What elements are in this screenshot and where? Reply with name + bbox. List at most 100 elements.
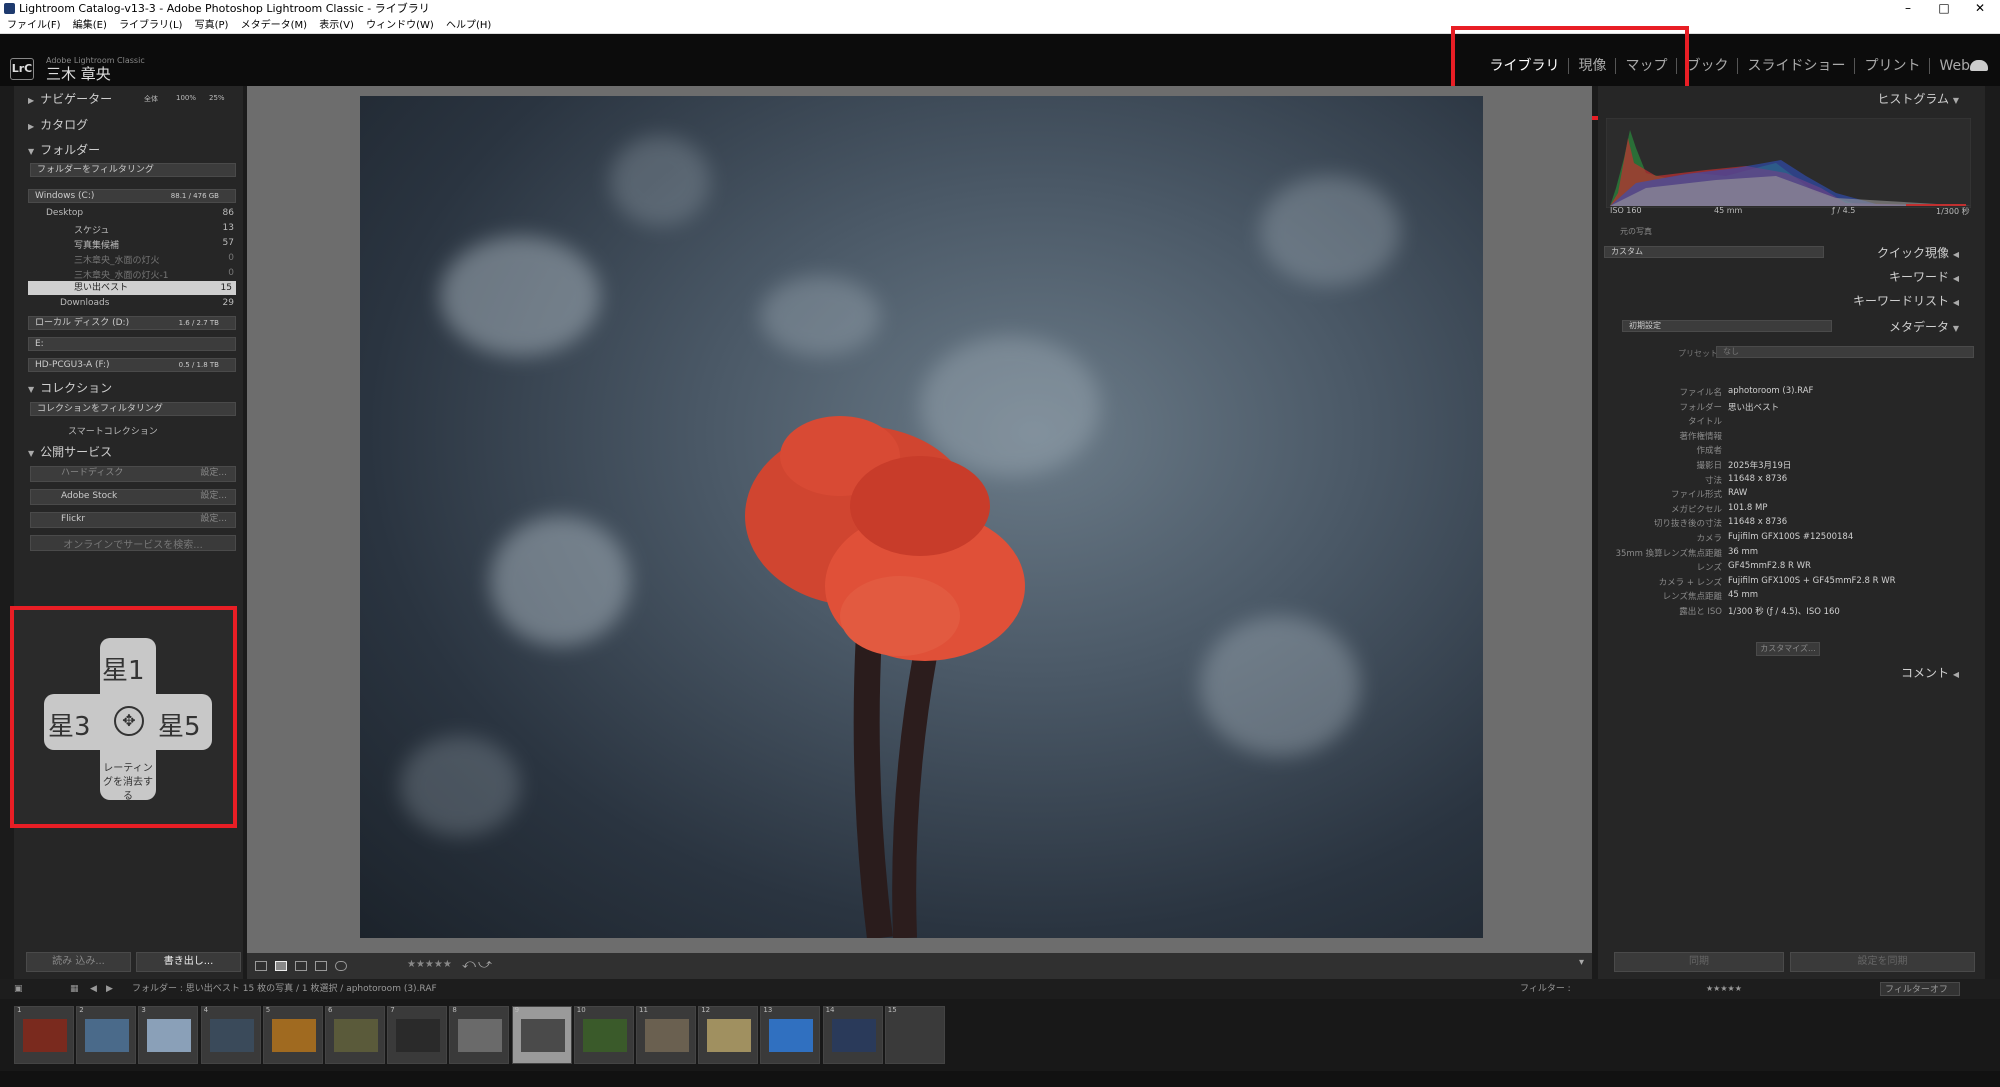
publish-flickr[interactable]: Flickr 設定... [30,512,236,528]
module-print[interactable]: プリント [1855,58,1931,74]
rating-star5[interactable]: 星5 [158,706,201,743]
collection-filter[interactable]: コレクションをフィルタリング [30,402,236,416]
menu-photo[interactable]: 写真(P) [195,20,229,31]
window-title: Lightroom Catalog-v13-3 - Adobe Photosho… [19,2,430,15]
forward-arrow-icon[interactable]: ▶ [106,979,113,999]
hist-aperture: ƒ / 4.5 [1832,206,1856,215]
folder-schedule[interactable]: スケジュ 13 [74,223,234,236]
folder-filter[interactable]: フォルダーをフィルタリング [30,163,236,177]
survey-view-icon[interactable] [315,961,327,971]
filmstrip-thumbnail[interactable]: 7 [387,1006,448,1064]
menu-file[interactable]: ファイル(F) [7,20,61,31]
close-button[interactable]: ✕ [1963,0,1997,17]
rotate-left-icon[interactable]: ⤺ [462,957,476,972]
folder-omoide-selected[interactable]: 思い出ベスト 15 [28,281,236,295]
filmstrip-thumbnail[interactable]: 2 [76,1006,137,1064]
filmstrip-thumbnail[interactable]: 14 [822,1006,883,1064]
filmstrip-thumbnail[interactable]: 5 [262,1006,323,1064]
rating-star3[interactable]: 星3 [48,706,91,743]
original-photo-toggle[interactable]: 元の写真 [1620,226,1652,237]
keyword-list-header[interactable]: キーワードリスト ◀ [1853,292,1965,309]
menu-window[interactable]: ウィンドウ(W) [366,20,434,31]
loupe-view-icon[interactable] [275,961,287,971]
cloud-icon[interactable] [1970,60,1988,71]
filmstrip-thumbnail[interactable]: 11 [636,1006,696,1064]
rating-overlay: 星1 星3 星5 ✥ レーティングを消去する [10,606,237,828]
zoom-fit[interactable]: 全体 [144,94,158,104]
menu-view[interactable]: 表示(V) [319,20,354,31]
move-icon: ✥ [114,706,144,736]
hist-iso: ISO 160 [1610,206,1642,215]
filmstrip-thumbnail[interactable]: 8 [449,1006,510,1064]
metadata-preset-value[interactable]: なし [1716,346,1974,358]
rotate-right-icon[interactable]: ⤻ [478,957,492,972]
folder-desktop[interactable]: Desktop 86 [46,208,234,218]
smart-collection[interactable]: スマートコレクション [68,424,158,437]
metadata-preset-label: プリセット [1678,349,1718,358]
grid-icon[interactable]: ▦ [70,979,79,999]
star-rating-icon[interactable]: ★★★★★ [407,959,452,970]
import-button[interactable]: 読み 込み... [26,952,131,972]
volume-c[interactable]: Windows (C:) 88.1 / 476 GB [28,189,236,203]
filmstrip-thumbnail[interactable]: 13 [760,1006,821,1064]
module-slideshow[interactable]: スライドショー [1738,58,1856,74]
filmstrip-thumbnail[interactable]: 9 [511,1006,572,1064]
navigator-header[interactable]: ▶ ナビゲーター [28,90,112,107]
menu-library[interactable]: ライブラリ(L) [119,20,182,31]
collections-header[interactable]: ▼ コレクション [28,379,112,396]
rating-star1[interactable]: 星1 [102,650,145,687]
export-button[interactable]: 書き出し... [136,952,241,972]
menu-bar: ファイル(F) 編集(E) ライブラリ(L) 写真(P) メタデータ(M) 表示… [0,17,2000,34]
filmstrip-header: ▣ ▦ ◀ ▶ フォルダー : 思い出ベスト 15 枚の写真 / 1 枚選択 /… [0,979,2000,999]
zoom-100[interactable]: 100% [176,94,196,102]
grid-view-icon[interactable] [255,961,267,971]
menu-metadata[interactable]: メタデータ(M) [241,20,307,31]
metadata-header[interactable]: メタデータ ▼ [1889,318,1965,335]
filmstrip-thumbnail[interactable]: 6 [325,1006,385,1064]
filmstrip-thumbnail[interactable]: 4 [200,1006,261,1064]
metadata-preset-select[interactable]: 初期設定 [1622,320,1832,332]
volume-d[interactable]: ローカル ディスク (D:) 1.6 / 2.7 TB [28,316,236,330]
menu-help[interactable]: ヘルプ(H) [446,20,491,31]
folder-photobook[interactable]: 写真集候補 57 [74,238,234,251]
filter-stars[interactable]: ★★★★★ [1706,979,1742,999]
keyword-header[interactable]: キーワード ◀ [1889,268,1965,285]
people-view-icon[interactable] [335,961,347,971]
folder-minamo2[interactable]: 三木章央_水面の灯火-1 0 [74,268,234,281]
filmstrip-thumbnail[interactable]: 12 [698,1006,759,1064]
sync-settings-button[interactable]: 設定を同期 [1790,952,1975,972]
maximize-button[interactable]: □ [1927,0,1961,17]
filmstrip-thumbnail[interactable]: 15 [884,1006,945,1064]
rating-clear[interactable]: レーティングを消去する [102,762,154,804]
quick-develop-header[interactable]: クイック現像 ◀ [1877,244,1965,261]
toolbar-menu-icon[interactable]: ▾ [1579,957,1584,968]
catalog-header[interactable]: ▶ カタログ [28,116,88,133]
filmstrip-thumbnail[interactable]: 1 [14,1006,74,1064]
minimize-button[interactable]: – [1891,0,1925,17]
volume-f[interactable]: HD-PCGU3-A (F:) 0.5 / 1.8 TB [28,358,236,372]
user-name: 三木 章央 [46,65,111,83]
sync-button[interactable]: 同期 [1614,952,1784,972]
find-services-button[interactable]: オンラインでサービスを検索... [30,535,236,551]
folder-minamo1[interactable]: 三木章央_水面の灯火 0 [74,253,234,266]
filmstrip-source[interactable]: フォルダー : 思い出ベスト 15 枚の写真 / 1 枚選択 / aphotor… [132,979,437,999]
filmstrip-thumbnail[interactable]: 3 [138,1006,199,1064]
back-arrow-icon[interactable]: ◀ [90,979,97,999]
compare-view-icon[interactable] [295,961,307,971]
monitor-icon[interactable]: ▣ [14,979,23,999]
filmstrip-thumbnail[interactable]: 10 [573,1006,634,1064]
volume-e[interactable]: E: [28,337,236,351]
main-photo [360,96,1483,938]
folder-downloads[interactable]: Downloads 29 [60,298,234,308]
publish-harddisk[interactable]: ハードディスク 設定... [30,466,236,482]
menu-edit[interactable]: 編集(E) [73,20,107,31]
publish-header[interactable]: ▼ 公開サービス [28,443,112,460]
publish-adobe-stock[interactable]: Adobe Stock 設定... [30,489,236,505]
customize-button[interactable]: カスタマイズ... [1756,642,1820,656]
zoom-25[interactable]: 25% [209,94,225,102]
quick-develop-preset[interactable]: カスタム [1604,246,1824,258]
comment-header[interactable]: コメント ◀ [1901,664,1965,681]
histogram-header[interactable]: ヒストグラム ▼ [1877,90,1965,107]
filter-off-select[interactable]: フィルターオフ [1880,982,1960,996]
folders-header[interactable]: ▼ フォルダー [28,141,100,158]
